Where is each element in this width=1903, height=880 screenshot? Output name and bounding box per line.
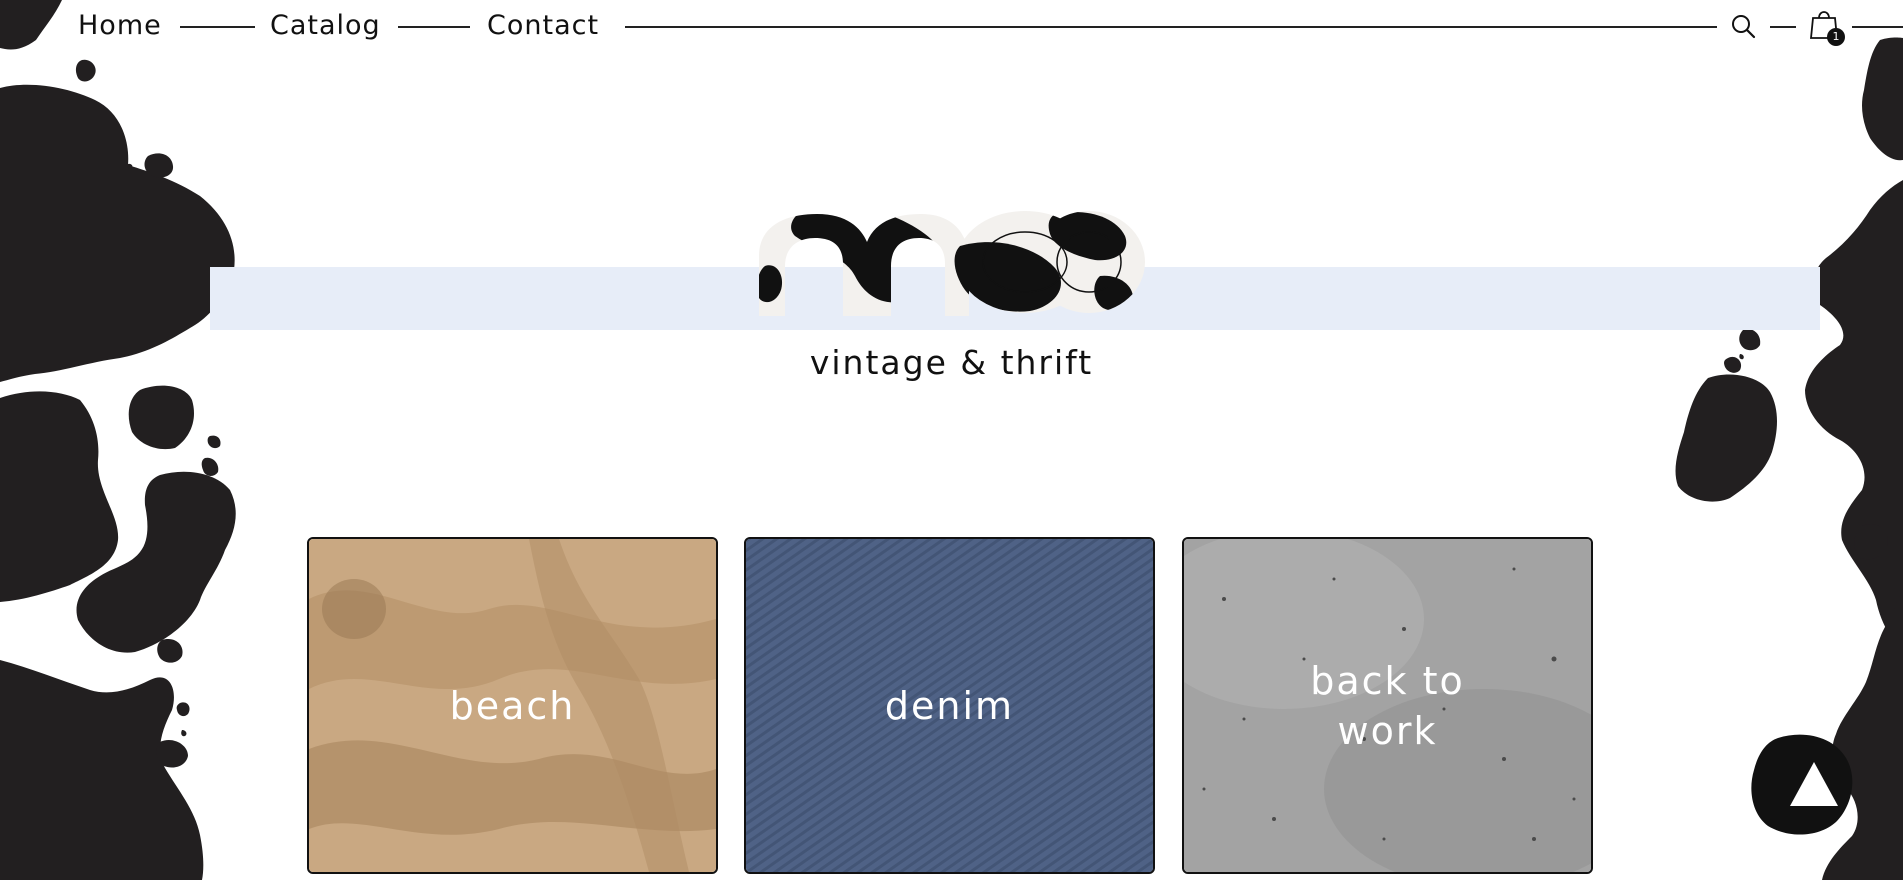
category-tile-back-to-work[interactable]: back to work <box>1182 537 1593 874</box>
nav-divider <box>180 26 255 28</box>
top-navigation: Home Catalog Contact 1 <box>0 0 1903 54</box>
cart-count-badge: 1 <box>1827 28 1845 46</box>
nav-divider <box>625 26 1717 28</box>
nav-link-catalog[interactable]: Catalog <box>270 10 381 41</box>
brand-logo[interactable]: moo <box>755 206 1145 320</box>
category-tile-beach[interactable]: beach <box>307 537 718 874</box>
category-label: back to work <box>1310 658 1465 753</box>
nav-link-home[interactable]: Home <box>78 10 162 41</box>
nav-link-contact[interactable]: Contact <box>487 10 599 41</box>
nav-divider <box>1852 26 1903 28</box>
category-tile-denim[interactable]: denim <box>744 537 1155 874</box>
category-label: denim <box>884 683 1015 728</box>
back-to-top-button[interactable] <box>1748 730 1858 844</box>
category-label: beach <box>449 683 576 728</box>
nav-divider <box>398 26 470 28</box>
tagline: vintage & thrift <box>809 343 1094 382</box>
shopping-bag-icon[interactable]: 1 <box>1810 8 1850 48</box>
nav-divider <box>1770 26 1796 28</box>
search-icon[interactable] <box>1730 13 1756 43</box>
